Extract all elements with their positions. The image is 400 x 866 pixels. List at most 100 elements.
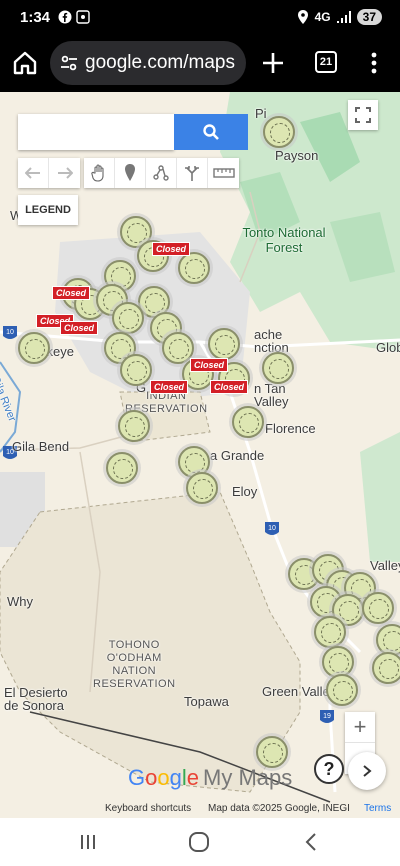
place-el-desierto: El Desierto de Sonora xyxy=(4,685,68,713)
place-san-tan-valley: n Tan Valley xyxy=(254,381,289,409)
place-florence: Florence xyxy=(265,421,316,436)
recents-icon[interactable] xyxy=(76,830,100,854)
closed-badge[interactable]: Closed xyxy=(210,380,249,394)
svg-text:19: 19 xyxy=(323,713,331,720)
location-marker[interactable] xyxy=(18,332,50,364)
location-marker[interactable] xyxy=(263,116,295,148)
location-marker[interactable] xyxy=(256,736,288,768)
map-toolbar xyxy=(18,158,239,188)
home-circle-icon[interactable] xyxy=(187,830,211,854)
tab-count: 21 xyxy=(319,56,333,68)
place-eloy: Eloy xyxy=(232,484,258,499)
location-marker[interactable] xyxy=(362,592,394,624)
help-button[interactable]: ? xyxy=(314,754,344,784)
google-my-maps-logo: Google My Maps xyxy=(128,765,293,790)
location-marker[interactable] xyxy=(372,652,400,684)
address-bar[interactable]: google.com/maps xyxy=(50,41,246,85)
line-icon xyxy=(153,165,169,181)
closed-badge[interactable]: Closed xyxy=(52,286,91,300)
closed-badge[interactable]: Closed xyxy=(150,380,189,394)
highway-shield: 10 xyxy=(3,326,17,339)
ruler-icon xyxy=(212,168,235,178)
forest-patch xyxy=(360,432,400,562)
place-topawa: Topawa xyxy=(184,694,229,709)
location-marker[interactable] xyxy=(314,616,346,648)
highway-shield: 19 xyxy=(320,710,334,723)
fullscreen-button[interactable] xyxy=(348,100,378,130)
screen: 1:34 4G 37 google.com/maps 21 10 10 10 1… xyxy=(0,0,400,866)
keyboard-shortcuts-link[interactable]: Keyboard shortcuts xyxy=(105,803,191,814)
svg-text:10: 10 xyxy=(6,329,14,336)
place-apache-junction: ache nction xyxy=(254,327,289,355)
svg-text:10: 10 xyxy=(268,525,276,532)
url-text[interactable]: google.com/maps xyxy=(85,52,235,74)
location-marker[interactable] xyxy=(326,674,358,706)
tune-icon[interactable] xyxy=(59,53,79,73)
location-marker[interactable] xyxy=(322,646,354,678)
plus-icon[interactable] xyxy=(260,50,286,76)
map-attribution: Map data ©2025 Google, INEGI xyxy=(208,803,350,814)
location-marker[interactable] xyxy=(262,352,294,384)
status-time: 1:34 xyxy=(20,9,51,26)
home-icon[interactable] xyxy=(12,50,38,76)
map-search-input[interactable] xyxy=(18,114,174,150)
history-group xyxy=(18,158,80,188)
undo-button[interactable] xyxy=(18,158,49,188)
location-marker[interactable] xyxy=(106,452,138,484)
closed-badge[interactable]: Closed xyxy=(152,242,191,256)
place-payson: Payson xyxy=(275,148,319,163)
location-marker[interactable] xyxy=(120,354,152,386)
location-marker[interactable] xyxy=(232,406,264,438)
zoom-in-button[interactable]: + xyxy=(345,712,375,743)
draw-line-tool[interactable] xyxy=(146,158,177,188)
android-nav-bar xyxy=(0,818,400,866)
location-marker[interactable] xyxy=(118,410,150,442)
browser-toolbar: google.com/maps 21 xyxy=(0,36,400,92)
place-tonto: Tonto National Forest xyxy=(242,225,326,255)
place-why: Why xyxy=(7,594,33,609)
legend-button[interactable]: LEGEND xyxy=(18,195,78,225)
terms-link[interactable]: Terms xyxy=(364,803,391,814)
place-tohono-oodham: TOHONO O'ODHAM NATION RESERVATION xyxy=(93,639,176,690)
place-gila-bend: Gila Bend xyxy=(12,439,70,454)
highway-shield: 10 xyxy=(265,522,279,535)
screenshot-icon xyxy=(76,10,90,24)
marker-icon xyxy=(125,164,135,181)
signal-icon xyxy=(336,11,351,23)
place-label: Valley xyxy=(370,558,400,573)
network-label: 4G xyxy=(314,10,331,24)
pan-tool[interactable] xyxy=(84,158,115,188)
map-canvas[interactable]: 10 10 10 19 Payson Pi Tonto National For… xyxy=(0,92,400,818)
place-globe: Glob xyxy=(376,340,400,355)
place-label: Pi xyxy=(255,106,267,121)
add-marker-tool[interactable] xyxy=(115,158,146,188)
location-icon xyxy=(297,10,308,24)
status-bar: 1:34 4G 37 xyxy=(0,0,400,36)
battery-badge: 37 xyxy=(356,9,382,25)
location-marker[interactable] xyxy=(178,252,210,284)
location-marker[interactable] xyxy=(112,302,144,334)
closed-badge[interactable]: Closed xyxy=(190,358,229,372)
back-icon[interactable] xyxy=(300,830,324,854)
location-marker[interactable] xyxy=(186,472,218,504)
redo-button[interactable] xyxy=(49,158,80,188)
place-casa-grande: a Grande xyxy=(210,448,265,463)
directions-tool[interactable] xyxy=(177,158,208,188)
expand-button[interactable] xyxy=(348,752,386,790)
redo-icon xyxy=(57,167,73,179)
undo-icon xyxy=(25,167,40,179)
facebook-icon xyxy=(58,10,72,24)
fullscreen-icon xyxy=(355,107,371,123)
map-footer: Keyboard shortcuts Map data ©2025 Google… xyxy=(0,800,400,818)
tabs-button[interactable]: 21 xyxy=(315,51,337,73)
draw-tools-group xyxy=(84,158,239,188)
measure-tool[interactable] xyxy=(208,158,239,188)
route-icon xyxy=(185,166,199,181)
chevron-right-icon xyxy=(363,765,372,777)
map-search-button[interactable] xyxy=(174,114,248,150)
place-green-valley: Green Valle xyxy=(262,684,330,699)
location-marker[interactable] xyxy=(208,328,240,360)
search-icon xyxy=(203,124,219,140)
more-vert-icon[interactable] xyxy=(366,50,382,76)
closed-badge[interactable]: Closed xyxy=(60,321,99,335)
